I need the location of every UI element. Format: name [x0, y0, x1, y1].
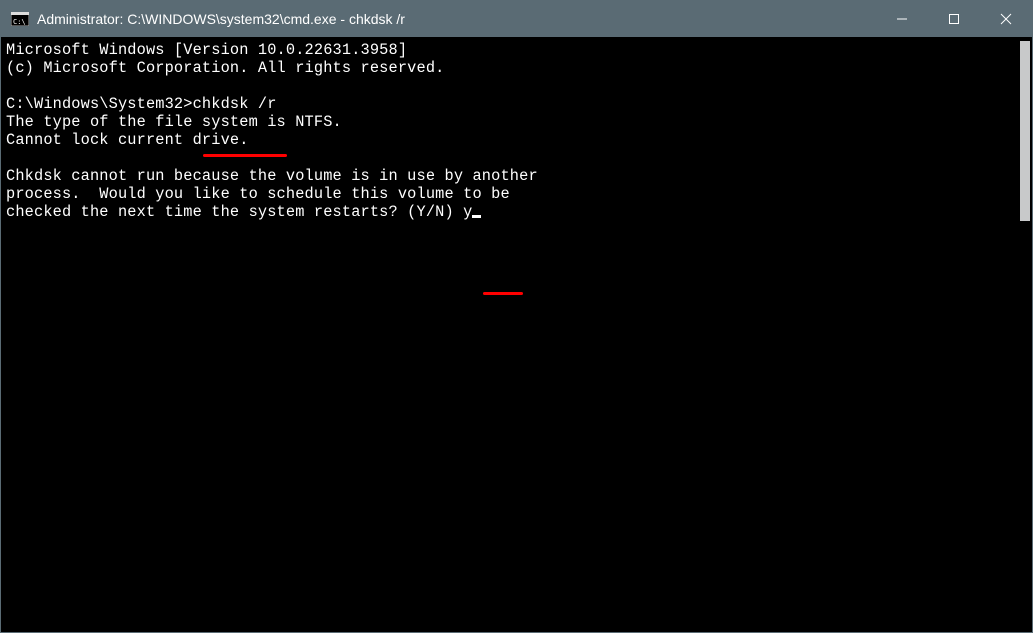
terminal-line: Microsoft Windows [Version 10.0.22631.39…: [6, 41, 1016, 59]
annotation-underline: [483, 292, 523, 295]
terminal-line: Chkdsk cannot run because the volume is …: [6, 167, 1016, 185]
window-title: Administrator: C:\WINDOWS\system32\cmd.e…: [37, 11, 876, 27]
scrollbar[interactable]: [1018, 41, 1032, 628]
minimize-button[interactable]: [876, 1, 928, 37]
terminal-cursor: [472, 215, 481, 218]
terminal-line: Cannot lock current drive.: [6, 131, 1016, 149]
window-controls: [876, 1, 1032, 37]
terminal-line: process. Would you like to schedule this…: [6, 185, 1016, 203]
scrollbar-track[interactable]: [1018, 221, 1032, 628]
terminal-line: The type of the file system is NTFS.: [6, 113, 1016, 131]
cmd-window: C:\ Administrator: C:\WINDOWS\system32\c…: [0, 0, 1033, 633]
svg-text:C:\: C:\: [13, 18, 26, 26]
terminal-line: [6, 77, 1016, 95]
titlebar[interactable]: C:\ Administrator: C:\WINDOWS\system32\c…: [1, 1, 1032, 37]
terminal-line: [6, 149, 1016, 167]
terminal-line: C:\Windows\System32>chkdsk /r: [6, 95, 1016, 113]
terminal-line: (c) Microsoft Corporation. All rights re…: [6, 59, 1016, 77]
terminal-output[interactable]: Microsoft Windows [Version 10.0.22631.39…: [5, 41, 1016, 628]
client-area: Microsoft Windows [Version 10.0.22631.39…: [1, 37, 1032, 632]
maximize-button[interactable]: [928, 1, 980, 37]
close-button[interactable]: [980, 1, 1032, 37]
terminal-line: checked the next time the system restart…: [6, 203, 1016, 221]
cmd-icon: C:\: [11, 11, 29, 27]
scrollbar-thumb[interactable]: [1020, 41, 1030, 221]
